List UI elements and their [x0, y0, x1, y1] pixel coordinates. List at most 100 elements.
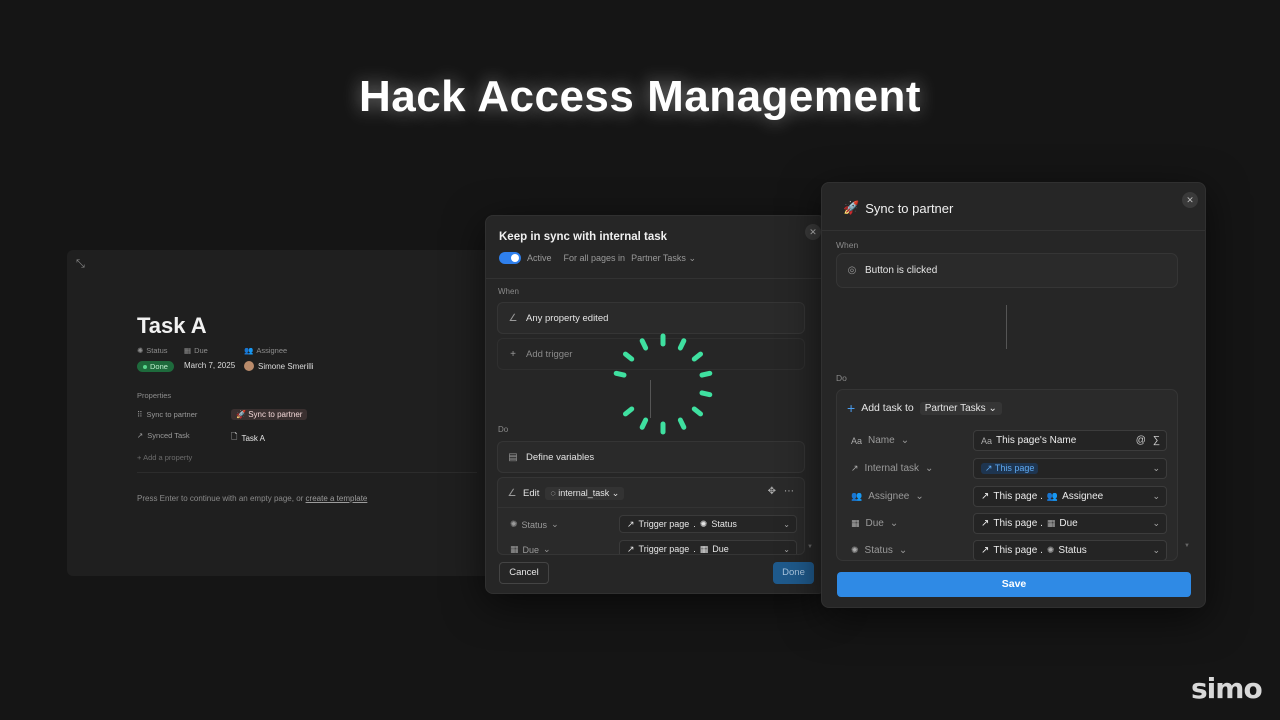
chevron-down-icon: ⌄	[783, 519, 790, 529]
field-internal-task-label[interactable]: ↗ Internal task ⌄	[851, 463, 933, 474]
more-icon[interactable]: ⋯	[784, 486, 794, 497]
chevron-down-icon: ⌄	[1152, 463, 1160, 473]
automation-status-row: Active For all pages in Partner Tasks ⌄	[499, 252, 696, 264]
headline: Hack Access Management	[358, 72, 922, 121]
field-assignee-label[interactable]: 👥 Assignee ⌄	[851, 491, 924, 502]
field-due-label[interactable]: ▦ Due ⌄	[851, 518, 898, 529]
empty-page-hint: Press Enter to continue with an empty pa…	[137, 494, 368, 503]
edit-icon: ∠	[507, 488, 517, 499]
status-header: ✺ Status	[137, 346, 168, 355]
add-property-button[interactable]: + Add a property	[137, 453, 192, 462]
divider	[498, 507, 804, 508]
plus-icon: +	[510, 348, 516, 360]
rocket-icon: 🚀	[843, 200, 860, 215]
expand-icon[interactable]: ⤡	[76, 258, 88, 270]
spinner-dash	[691, 406, 704, 417]
chevron-down-icon: ⌄	[543, 544, 551, 554]
save-button[interactable]: Save	[837, 572, 1191, 597]
move-icon[interactable]: ✥	[768, 486, 776, 497]
due-value[interactable]: March 7, 2025	[184, 361, 235, 370]
done-button[interactable]: Done	[773, 562, 814, 584]
synced-task-value[interactable]: 🗋 Task A	[231, 431, 265, 445]
chevron-down-icon: ⌄	[1152, 491, 1160, 501]
sync-button-value[interactable]: 🚀 Sync to partner	[231, 409, 308, 420]
button-prop-icon: ⠿	[137, 410, 143, 419]
divider	[486, 278, 825, 279]
page-icon: 🗋	[231, 432, 238, 441]
sync-to-partner-panel: ✕ 🚀 Sync to partner When ◎ Button is cli…	[821, 182, 1206, 608]
scope-db-select[interactable]: Partner Tasks ⌄	[631, 253, 696, 264]
create-template-link[interactable]: create a template	[306, 494, 368, 503]
automation-title[interactable]: Keep in sync with internal task	[499, 231, 667, 243]
when-label: When	[498, 287, 519, 296]
edit-row-due-value[interactable]: ↗ Trigger page . ▦ Due ⌄	[619, 540, 797, 554]
field-due-value[interactable]: ↗ This page . ▦ Due ⌄	[973, 513, 1167, 534]
due-header: ▦ Due	[184, 346, 208, 355]
chevron-down-icon: ⌄	[551, 519, 559, 529]
calendar-icon: ▦	[699, 543, 709, 554]
spinner-dash	[622, 406, 635, 417]
add-task-action-card: + Add task to Partner Tasks ⌄ Aa Name ⌄ …	[836, 389, 1178, 561]
spinner-dash	[699, 370, 713, 378]
add-task-header[interactable]: + Add task to Partner Tasks ⌄	[847, 400, 1002, 416]
connector-line	[1006, 305, 1007, 349]
assignee-value[interactable]: Simone Smerilli	[244, 361, 314, 371]
edit-action-header[interactable]: ∠ Edit ◌ internal_task ⌄	[507, 487, 625, 500]
spinner-dash	[677, 417, 687, 430]
relation-icon: ↗	[627, 518, 635, 529]
edit-row-due-label[interactable]: ▦ Due ⌄	[510, 544, 551, 554]
chevron-down-icon: ⌄	[1152, 545, 1160, 555]
calendar-icon: ▦	[510, 544, 519, 554]
edit-actions: ✥ ⋯	[768, 486, 794, 497]
sync-to-partner-button[interactable]: 🚀 Sync to partner	[231, 409, 308, 420]
prop-row-synced-task[interactable]: ↗ Synced Task	[137, 431, 190, 440]
database-select[interactable]: Partner Tasks ⌄	[919, 401, 1002, 415]
trigger-card[interactable]: ◎ Button is clicked	[836, 253, 1178, 288]
field-name-label[interactable]: Aa Name ⌄	[851, 435, 909, 446]
chevron-down-icon: ⌄	[688, 252, 696, 263]
edit-row-status-value[interactable]: ↗ Trigger page . ✺ Status ⌄	[619, 515, 797, 533]
divider	[137, 472, 477, 473]
mention-icon[interactable]: @	[1136, 435, 1146, 446]
scroll-down-icon[interactable]: ▼	[807, 544, 813, 550]
click-icon: ◎	[847, 265, 857, 276]
avatar	[244, 361, 254, 371]
sync-panel-title[interactable]: 🚀 Sync to partner	[843, 200, 953, 216]
formula-icon[interactable]: ∑	[1153, 435, 1160, 446]
divider	[822, 230, 1205, 231]
variable-select[interactable]: ◌ internal_task ⌄	[545, 487, 625, 500]
status-icon: ✺	[1046, 545, 1055, 555]
page-title[interactable]: Task A	[137, 313, 207, 339]
status-icon: ✺	[137, 346, 144, 355]
cancel-button[interactable]: Cancel	[499, 562, 549, 584]
field-internal-task-value[interactable]: ↗ This page ⌄	[973, 458, 1167, 479]
chevron-down-icon: ⌄	[925, 463, 934, 474]
active-toggle[interactable]	[499, 252, 521, 264]
scope-label: For all pages in	[563, 253, 626, 263]
loading-spinner-icon	[613, 333, 713, 435]
field-status-label[interactable]: ✺ Status ⌄	[851, 545, 907, 556]
this-page-chip: ↗ This page	[981, 463, 1039, 474]
variables-icon: ▤	[508, 451, 518, 463]
status-value[interactable]: Done	[137, 361, 174, 372]
close-icon[interactable]: ✕	[1182, 192, 1198, 208]
scroll-down-icon[interactable]: ▼	[1184, 543, 1190, 549]
field-status-value[interactable]: ↗ This page . ✺ Status ⌄	[973, 540, 1167, 560]
calendar-icon: ▦	[851, 518, 860, 528]
field-assignee-value[interactable]: ↗ This page . 👥 Assignee ⌄	[973, 486, 1167, 507]
chevron-down-icon: ⌄	[898, 545, 908, 556]
edit-icon: ∠	[508, 312, 518, 324]
status-badge[interactable]: Done	[137, 361, 174, 372]
people-icon: 👥	[244, 346, 254, 355]
edit-row-status-label[interactable]: ✺ Status ⌄	[510, 519, 559, 530]
define-variables-card[interactable]: ▤ Define variables	[497, 441, 805, 473]
calendar-icon: ▦	[1046, 518, 1056, 528]
close-icon[interactable]: ✕	[805, 224, 821, 240]
people-icon: 👥	[851, 491, 863, 501]
field-name-value[interactable]: Aa This page's Name @ ∑	[973, 430, 1167, 451]
prop-row-sync[interactable]: ⠿ Sync to partner	[137, 410, 197, 419]
spinner-dash	[639, 338, 649, 351]
relation-icon: ↗	[851, 463, 859, 473]
relation-icon: ↗	[981, 518, 990, 529]
do-label: Do	[498, 425, 509, 434]
